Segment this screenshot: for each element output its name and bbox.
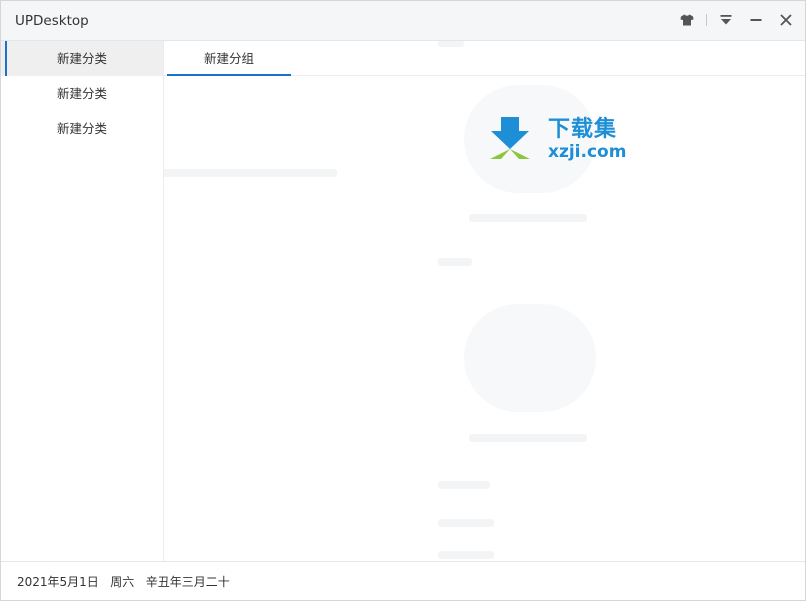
category-sidebar: 新建分类 新建分类 新建分类 <box>1 41 164 561</box>
minimize-icon[interactable] <box>745 10 767 30</box>
title-bar[interactable]: UPDesktop <box>1 1 805 41</box>
title-separator <box>706 14 707 26</box>
watermark-logo: 下载集 xzji.com <box>488 115 638 163</box>
download-arrow-icon <box>490 117 530 159</box>
tab-new-group[interactable]: 新建分组 <box>167 41 291 76</box>
window-controls <box>668 10 797 30</box>
watermark-text-en: xzji.com <box>548 142 627 162</box>
group-tab-bar: 新建分组 <box>164 41 805 76</box>
sidebar-item-label: 新建分类 <box>56 121 107 136</box>
sidebar-item-category-2[interactable]: 新建分类 <box>1 76 163 111</box>
app-window: UPDesktop 新建分类 新建分类 新建分类 新建分组 下载集 xzji.c… <box>0 0 806 601</box>
date-display: 2021年5月1日 周六 辛丑年三月二十 <box>17 574 230 590</box>
tab-label: 新建分组 <box>203 51 254 66</box>
status-footer: 2021年5月1日 周六 辛丑年三月二十 <box>1 561 805 600</box>
close-icon[interactable] <box>775 10 797 30</box>
collapse-icon[interactable] <box>715 10 737 30</box>
sidebar-item-label: 新建分类 <box>56 51 107 66</box>
weekday-text: 周六 <box>110 575 135 589</box>
sidebar-item-category-1[interactable]: 新建分类 <box>1 41 163 76</box>
app-title: UPDesktop <box>15 13 89 29</box>
sidebar-item-label: 新建分类 <box>56 86 107 101</box>
watermark-text-cn: 下载集 <box>548 117 618 142</box>
date-text: 2021年5月1日 <box>17 575 99 589</box>
sidebar-item-category-3[interactable]: 新建分类 <box>1 111 163 146</box>
lunar-date-text: 辛丑年三月二十 <box>145 575 230 589</box>
shirt-icon[interactable] <box>676 10 698 30</box>
